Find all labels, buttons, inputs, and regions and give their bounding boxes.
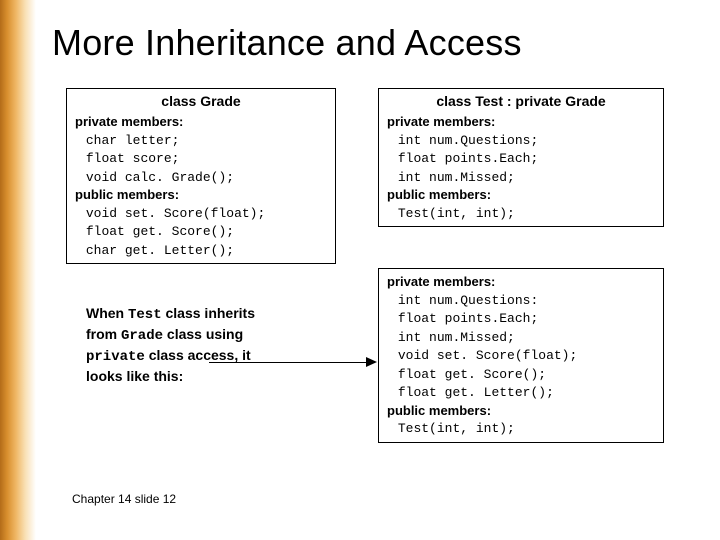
- caption-line: class using: [163, 326, 243, 342]
- arrow-line: [209, 362, 368, 363]
- arrow-head-icon: [366, 357, 377, 367]
- member-line: char get. Letter();: [86, 243, 234, 258]
- private-label: private members:: [387, 274, 495, 289]
- caption-line: class inherits: [162, 305, 255, 321]
- member-line: int num.Missed;: [398, 170, 515, 185]
- private-label: private members:: [75, 114, 183, 129]
- public-label: public members:: [387, 187, 491, 202]
- decorative-sidebar: [0, 0, 36, 540]
- caption-code: Test: [128, 307, 162, 323]
- caption-line: When: [86, 305, 128, 321]
- slide-footer: Chapter 14 slide 12: [72, 492, 176, 506]
- test-class-box: class Test : private Grade private membe…: [378, 88, 664, 227]
- member-line: int num.Questions:: [398, 293, 538, 308]
- caption-line: from: [86, 326, 121, 342]
- member-line: float get. Letter();: [398, 385, 554, 400]
- private-label: private members:: [387, 114, 495, 129]
- caption-line: looks like this:: [86, 368, 183, 384]
- member-line: Test(int, int);: [398, 421, 515, 436]
- grade-class-box: class Grade private members: char letter…: [66, 88, 336, 264]
- result-class-members: private members: int num.Questions: floa…: [387, 273, 655, 438]
- member-line: float get. Score();: [398, 367, 546, 382]
- member-line: int num.Questions;: [398, 133, 538, 148]
- member-line: float get. Score();: [86, 224, 234, 239]
- member-line: void calc. Grade();: [86, 170, 234, 185]
- public-label: public members:: [75, 187, 179, 202]
- grade-class-members: private members: char letter; float scor…: [75, 113, 327, 259]
- member-line: void set. Score(float);: [86, 206, 265, 221]
- member-line: char letter;: [86, 133, 180, 148]
- caption-code: Grade: [121, 328, 163, 344]
- member-line: int num.Missed;: [398, 330, 515, 345]
- slide-title: More Inheritance and Access: [52, 22, 522, 64]
- caption-line: class access, it: [145, 347, 251, 363]
- member-line: float score;: [86, 151, 180, 166]
- grade-class-header: class Grade: [75, 93, 327, 109]
- result-class-box: private members: int num.Questions: floa…: [378, 268, 664, 443]
- public-label: public members:: [387, 403, 491, 418]
- member-line: void set. Score(float);: [398, 348, 577, 363]
- test-class-members: private members: int num.Questions; floa…: [387, 113, 655, 222]
- caption-code: private: [86, 349, 145, 365]
- member-line: Test(int, int);: [398, 206, 515, 221]
- member-line: float points.Each;: [398, 311, 538, 326]
- member-line: float points.Each;: [398, 151, 538, 166]
- test-class-header: class Test : private Grade: [387, 93, 655, 109]
- caption-text: When Test class inherits from Grade clas…: [86, 304, 316, 386]
